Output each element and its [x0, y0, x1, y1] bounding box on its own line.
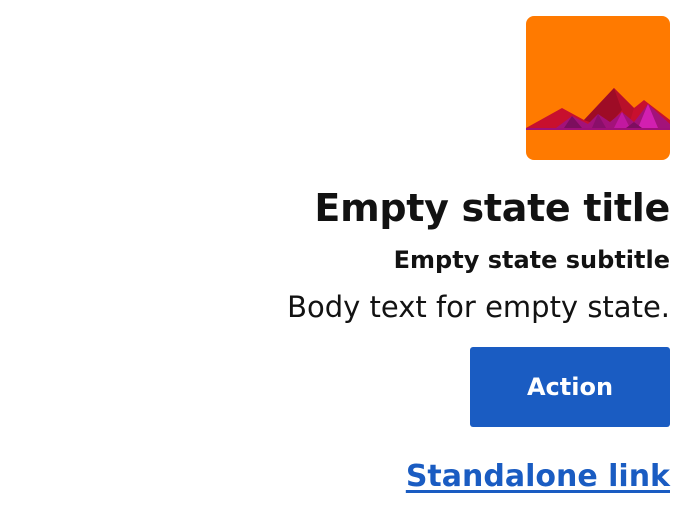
- action-button[interactable]: Action: [470, 347, 670, 427]
- empty-state-subtitle: Empty state subtitle: [393, 246, 670, 274]
- empty-state-title: Empty state title: [314, 186, 670, 230]
- empty-state: Empty state title Empty state subtitle B…: [287, 16, 670, 497]
- mountain-landscape-icon: [526, 16, 670, 160]
- empty-state-body: Body text for empty state.: [287, 290, 670, 324]
- standalone-link[interactable]: Standalone link: [406, 457, 670, 497]
